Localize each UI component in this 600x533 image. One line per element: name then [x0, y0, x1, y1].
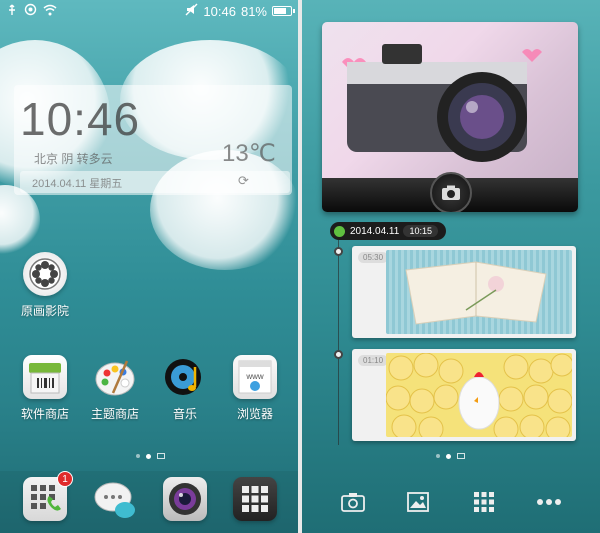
- music-disc-icon: [163, 355, 207, 399]
- status-bar: 10:46 81%: [0, 0, 298, 22]
- more-button[interactable]: [533, 486, 565, 518]
- photo-vintage-camera: [322, 22, 578, 180]
- camera-shutter-button[interactable]: [430, 172, 472, 212]
- wifi-icon: [43, 4, 57, 19]
- timeline-time: 10:15: [403, 225, 438, 237]
- battery-fill: [274, 8, 286, 14]
- entry-photo-chicks: [385, 352, 574, 442]
- app-music[interactable]: 音乐: [150, 355, 220, 422]
- camera-lens-icon: [163, 477, 207, 521]
- dock-camera[interactable]: [150, 477, 220, 521]
- timeline-line: [338, 240, 339, 445]
- timeline-date-header: 2014.04.11 10:15: [330, 222, 446, 240]
- app-theme-store[interactable]: 主题商店: [80, 355, 150, 422]
- battery-icon: [272, 6, 295, 16]
- widget-temperature: 13℃: [222, 140, 276, 167]
- app-label: 浏览器: [236, 407, 273, 421]
- dual-homescreen: 10:46 81% 10:46 北京 阴 转多云 13℃ 2014.04.11 …: [0, 0, 600, 533]
- more-icon: [537, 499, 562, 505]
- gallery-button[interactable]: [402, 486, 434, 518]
- bottom-toolbar: [302, 471, 600, 533]
- timeline-node: [334, 350, 343, 359]
- page-indicator: [436, 453, 465, 459]
- app-store-icon: [23, 355, 67, 399]
- app-label: 软件商店: [20, 407, 69, 421]
- dock-app-drawer[interactable]: [220, 477, 290, 521]
- app-label: 原画影院: [20, 304, 69, 318]
- battery-percent: 81%: [240, 3, 267, 19]
- page-dot: [436, 454, 440, 458]
- dock-dialer[interactable]: 1: [10, 471, 80, 521]
- cloud-decoration: [0, 185, 40, 255]
- entry-photo-book: [386, 250, 572, 334]
- timeline-date: 2014.04.11: [350, 225, 400, 237]
- timeline-node: [334, 247, 343, 256]
- film-reel-icon: [23, 252, 67, 296]
- home-indicator-icon: [457, 453, 465, 459]
- refresh-icon[interactable]: ⟳: [238, 173, 249, 189]
- widget-clock-time: 10:46: [20, 93, 141, 145]
- theme-palette-icon: [93, 355, 137, 399]
- page-dot: [136, 454, 140, 458]
- dialer-icon: 1: [23, 471, 73, 521]
- page-dot-active: [446, 453, 451, 459]
- mute-icon: [185, 3, 198, 19]
- home-indicator-icon: [157, 453, 165, 459]
- gallery-icon: [407, 492, 430, 512]
- page-dot-active: [146, 453, 151, 459]
- app-label: 主题商店: [90, 407, 139, 421]
- app-film-player[interactable]: 原画影院: [10, 252, 80, 319]
- sync-icon: [24, 3, 37, 19]
- camera-button[interactable]: [337, 486, 369, 518]
- app-label: 音乐: [172, 407, 197, 421]
- messages-icon: [93, 477, 137, 521]
- usb-icon: [6, 4, 18, 19]
- camera-photo-widget[interactable]: [322, 22, 578, 212]
- svg-text:www: www: [245, 372, 264, 381]
- camera-icon: [442, 185, 460, 200]
- entry-time: 01:10: [358, 355, 389, 366]
- status-time: 10:46: [203, 3, 236, 19]
- page-indicator: [136, 453, 165, 459]
- app-browser[interactable]: www 浏览器: [220, 355, 290, 422]
- check-icon: [334, 225, 345, 237]
- missed-call-badge: 1: [57, 471, 73, 487]
- widget-date: 2014.04.11 星期五: [20, 171, 290, 193]
- left-home-screen: 10:46 81% 10:46 北京 阴 转多云 13℃ 2014.04.11 …: [0, 0, 298, 533]
- apps-grid-button[interactable]: [468, 486, 500, 518]
- browser-www-icon: www: [233, 355, 277, 399]
- right-home-screen: 2014.04.11 10:15 05:30 01:10: [302, 0, 600, 533]
- app-drawer-icon: [233, 477, 277, 521]
- timeline-entry[interactable]: 05:30: [352, 246, 576, 338]
- timeline-entry[interactable]: 01:10: [352, 349, 576, 442]
- widget-location: 北京 阴 转多云: [34, 152, 113, 166]
- entry-time: 05:30: [358, 252, 389, 263]
- app-software-store[interactable]: 软件商店: [10, 355, 80, 422]
- dock-messages[interactable]: [80, 477, 150, 521]
- camera-icon: [340, 493, 365, 512]
- grid-icon: [473, 492, 494, 512]
